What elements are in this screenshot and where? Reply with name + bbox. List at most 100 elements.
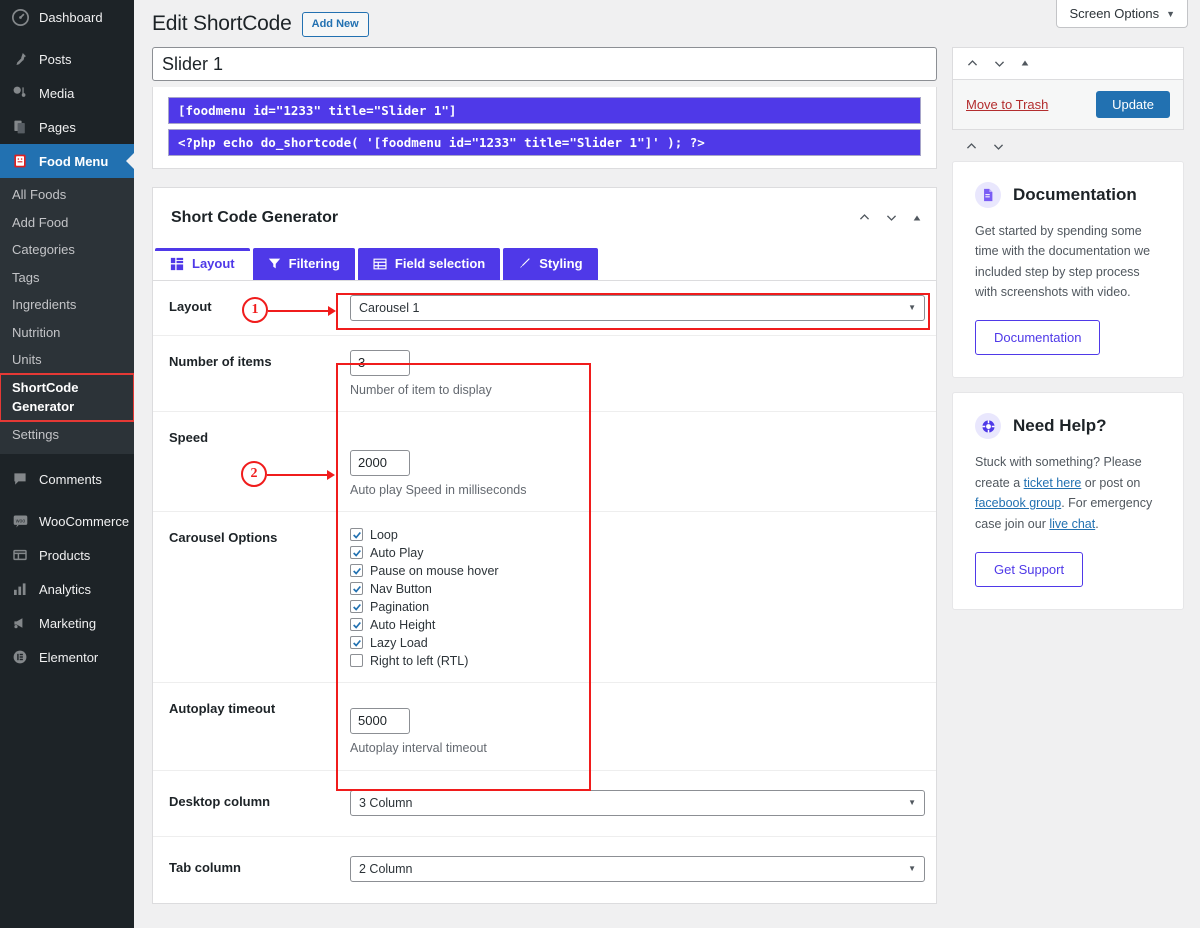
sidebar-item-pages[interactable]: Pages [0, 110, 134, 144]
update-button[interactable]: Update [1096, 90, 1170, 118]
move-down-icon[interactable] [992, 140, 1005, 153]
field-row-desktop-column: Desktop column 3 Column ▼ [153, 771, 936, 837]
checkbox-lazy-load[interactable]: Lazy Load [350, 636, 922, 650]
checkbox-label: Pagination [370, 599, 430, 614]
field-row-carousel-options: Carousel Options Loop Auto Play Pause on… [153, 512, 936, 683]
checkbox-unchecked-icon [350, 654, 363, 667]
checkbox-right-to-left[interactable]: Right to left (RTL) [350, 654, 922, 668]
move-down-icon[interactable] [993, 57, 1006, 70]
shortcode-title-input[interactable]: Slider 1 [152, 46, 937, 81]
layout-fields: Layout Carousel 1 ▼ Number of items 3 Nu… [153, 280, 939, 903]
shortcode-generator-panel: Short Code Generator Layout Filtering Fi… [152, 186, 939, 904]
publish-panel: Move to Trash Update [952, 46, 1184, 130]
checkbox-label: Pause on mouse hover [370, 563, 499, 578]
sidebar-item-units[interactable]: Units [0, 346, 134, 374]
sidebar-item-nutrition[interactable]: Nutrition [0, 319, 134, 347]
main-content: Screen Options ▼ Edit ShortCode Add New … [134, 0, 1200, 928]
sidebar-item-label: WooCommerce [39, 513, 130, 529]
field-row-tab-column: Tab column 2 Column ▼ [153, 837, 936, 903]
facebook-group-link[interactable]: facebook group [975, 496, 1061, 510]
screen-options-button[interactable]: Screen Options ▼ [1056, 0, 1188, 28]
sidebar-item-categories[interactable]: Categories [0, 236, 134, 264]
toggle-panel-icon[interactable] [1020, 58, 1030, 68]
move-to-trash-link[interactable]: Move to Trash [966, 97, 1048, 112]
sidebar-item-tags[interactable]: Tags [0, 264, 134, 292]
sidebar-item-add-food[interactable]: Add Food [0, 209, 134, 237]
shortcode-display-box: [foodmenu id="1233" title="Slider 1"] <?… [152, 86, 937, 169]
checkbox-auto-play[interactable]: Auto Play [350, 546, 922, 560]
need-help-card: Need Help? Stuck with something? Please … [952, 392, 1184, 610]
sidebar-item-elementor[interactable]: Elementor [0, 640, 134, 674]
sidebar-item-woocommerce[interactable]: woo WooCommerce [0, 504, 134, 538]
panel-controls [858, 211, 922, 224]
sidebar-divider [0, 454, 134, 462]
sidebar-item-posts[interactable]: Posts [0, 42, 134, 76]
documentation-button[interactable]: Documentation [975, 320, 1101, 355]
sidebar-item-all-foods[interactable]: All Foods [0, 181, 134, 209]
sidebar-item-products[interactable]: Products [0, 538, 134, 572]
layout-grid-icon [170, 257, 184, 271]
sidebar-item-marketing[interactable]: Marketing [0, 606, 134, 640]
field-label: Number of items [169, 353, 272, 369]
layout-select[interactable]: Carousel 1 ▼ [350, 294, 925, 321]
woocommerce-icon: woo [10, 511, 30, 531]
need-help-text-4: . [1095, 516, 1099, 531]
move-up-icon[interactable] [965, 140, 978, 153]
sidebar-item-comments[interactable]: Comments [0, 462, 134, 496]
sidebar-item-label: Dashboard [39, 9, 103, 25]
autoplay-timeout-input[interactable]: 5000 [350, 707, 410, 734]
field-label: Desktop column [169, 793, 271, 809]
checkbox-label: Loop [370, 527, 398, 542]
sidebar-item-ingredients[interactable]: Ingredients [0, 291, 134, 319]
tab-layout[interactable]: Layout [155, 247, 250, 280]
wordpress-admin-screen: Dashboard Posts Media Pages Food Menu Al… [0, 0, 1200, 928]
move-up-icon[interactable] [966, 57, 979, 70]
checkbox-nav-button[interactable]: Nav Button [350, 582, 922, 596]
number-of-items-input[interactable]: 3 [350, 349, 410, 376]
field-control: Carousel 1 ▼ [338, 281, 939, 335]
desktop-column-select[interactable]: 3 Column ▼ [350, 789, 925, 816]
sidebar-item-analytics[interactable]: Analytics [0, 572, 134, 606]
checkbox-pause-on-mouse-hover[interactable]: Pause on mouse hover [350, 564, 922, 578]
lifebuoy-icon [975, 413, 1001, 439]
sidebar-item-food-menu[interactable]: Food Menu [0, 144, 134, 178]
food-menu-submenu: All Foods Add Food Categories Tags Ingre… [0, 178, 134, 454]
field-control: 3 Number of item to display [338, 336, 936, 411]
get-support-button[interactable]: Get Support [975, 551, 1084, 587]
brush-icon [518, 257, 531, 270]
sidebar-item-label: Marketing [39, 615, 97, 631]
checkbox-auto-height[interactable]: Auto Height [350, 618, 922, 632]
tab-label: Filtering [288, 256, 340, 271]
live-chat-link[interactable]: live chat [1049, 517, 1095, 531]
toggle-panel-icon[interactable] [912, 213, 922, 223]
marketing-icon [10, 613, 30, 633]
field-label: Carousel Options [169, 529, 278, 545]
tab-column-select[interactable]: 2 Column ▼ [350, 855, 925, 882]
sidebar-item-dashboard[interactable]: Dashboard [0, 0, 134, 34]
checkbox-pagination[interactable]: Pagination [350, 600, 922, 614]
sidebar-item-shortcode-generator[interactable]: ShortCode Generator [0, 372, 134, 422]
products-icon [10, 545, 30, 565]
sidebar-item-media[interactable]: Media [0, 76, 134, 110]
shortcode-snippet[interactable]: [foodmenu id="1233" title="Slider 1"] [168, 96, 921, 124]
shortcode-php-snippet[interactable]: <?php echo do_shortcode( '[foodmenu id="… [168, 128, 921, 156]
card-header: Documentation [975, 181, 1161, 208]
ticket-here-link[interactable]: ticket here [1024, 476, 1082, 490]
checkbox-checked-icon [350, 582, 363, 595]
tab-filtering[interactable]: Filtering [252, 247, 355, 280]
add-new-button[interactable]: Add New [301, 12, 369, 37]
checkbox-loop[interactable]: Loop [350, 528, 922, 542]
tab-styling[interactable]: Styling [503, 247, 598, 280]
sidebar-item-label: Analytics [39, 581, 92, 597]
move-down-icon[interactable] [885, 211, 898, 224]
screen-options-label: Screen Options [1069, 6, 1160, 21]
speed-input[interactable]: 2000 [350, 449, 410, 476]
chevron-down-icon: ▼ [908, 303, 916, 312]
primary-column: Slider 1 [foodmenu id="1233" title="Slid… [152, 46, 939, 904]
carousel-options-list: Loop Auto Play Pause on mouse hover Nav … [350, 526, 922, 668]
checkbox-label: Auto Play [370, 545, 424, 560]
field-hint: Number of item to display [350, 382, 492, 397]
move-up-icon[interactable] [858, 211, 871, 224]
sidebar-item-settings[interactable]: Settings [0, 421, 134, 449]
tab-field-selection[interactable]: Field selection [357, 247, 501, 280]
